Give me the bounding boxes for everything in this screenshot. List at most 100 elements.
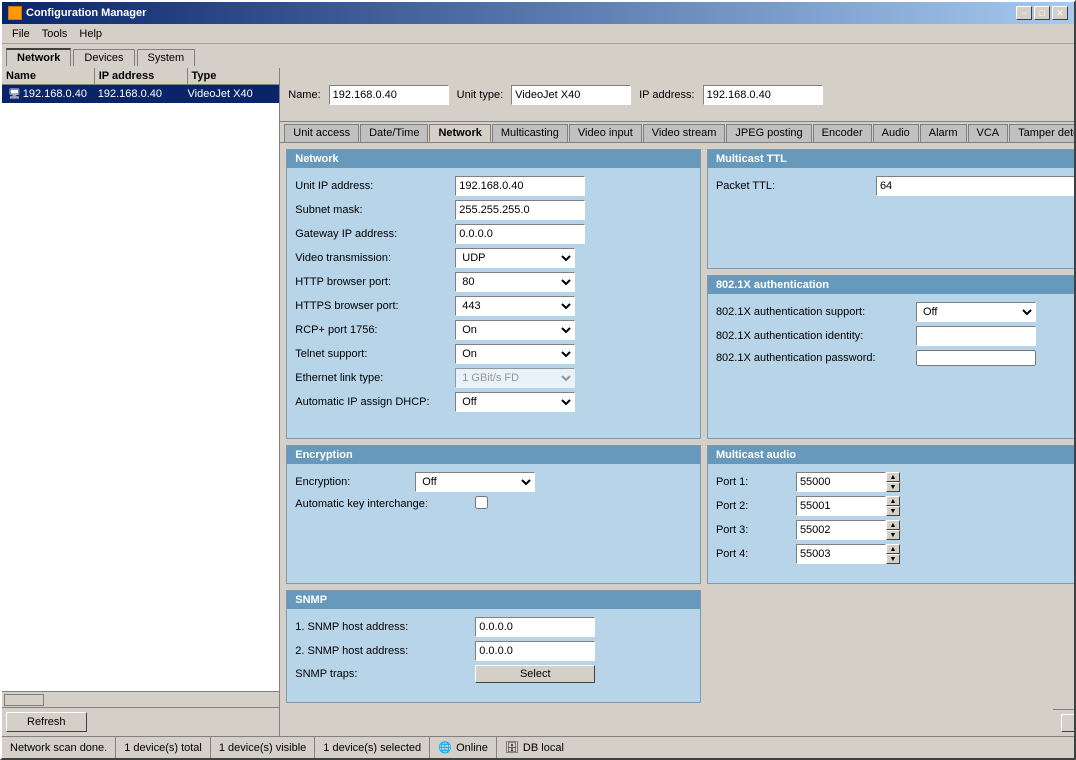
auth-identity-label: 802.1X authentication identity: <box>716 330 916 342</box>
auth-password-input[interactable] <box>916 350 1036 366</box>
visible-section: 1 device(s) visible <box>211 737 315 758</box>
auth-support-dropdown[interactable]: OffOn <box>916 302 1036 322</box>
key-interchange-checkbox[interactable] <box>475 496 488 509</box>
tab-datetime[interactable]: Date/Time <box>360 124 428 142</box>
port3-input[interactable] <box>796 520 886 540</box>
maximize-button[interactable]: □ <box>1034 6 1050 20</box>
port1-input[interactable] <box>796 472 886 492</box>
total-text: 1 device(s) total <box>124 742 202 754</box>
https-port-label: HTTPS browser port: <box>295 300 455 312</box>
ip-address-value[interactable] <box>703 85 823 105</box>
refresh-button[interactable]: Refresh <box>6 712 87 732</box>
http-port-row: HTTP browser port: 808080 <box>295 272 692 292</box>
toolbar-tab-system[interactable]: System <box>137 49 196 66</box>
port1-up[interactable]: ▲ <box>886 472 900 482</box>
port3-up[interactable]: ▲ <box>886 520 900 530</box>
http-port-label: HTTP browser port: <box>295 276 455 288</box>
tab-multicasting[interactable]: Multicasting <box>492 124 568 142</box>
port2-row: Port 2: ▲ ▼ <box>716 496 1074 516</box>
network-section-header: Network <box>287 150 700 168</box>
main-window: Configuration Manager − □ ✕ File Tools H… <box>0 0 1076 760</box>
toolbar-tab-devices[interactable]: Devices <box>73 49 134 66</box>
multicast-ttl-header: Multicast TTL <box>708 150 1074 168</box>
gateway-input[interactable] <box>455 224 585 244</box>
tab-jpeg-posting[interactable]: JPEG posting <box>726 124 811 142</box>
auto-ip-dropdown[interactable]: OffOn <box>455 392 575 412</box>
tab-vca[interactable]: VCA <box>968 124 1009 142</box>
http-port-dropdown[interactable]: 808080 <box>455 272 575 292</box>
minimize-button[interactable]: − <box>1016 6 1032 20</box>
online-icon: 🌐 <box>438 741 452 755</box>
tab-encoder[interactable]: Encoder <box>813 124 872 142</box>
scan-status-section: Network scan done. <box>2 737 116 758</box>
subnet-mask-input[interactable] <box>455 200 585 220</box>
port4-row: Port 4: ▲ ▼ <box>716 544 1074 564</box>
tab-tamper-detector[interactable]: Tamper detector <box>1009 124 1074 142</box>
network-section-body: Unit IP address: Subnet mask: <box>287 168 700 424</box>
table-row[interactable]: 🖥192.168.0.40 192.168.0.40 VideoJet X40 <box>2 85 279 103</box>
encryption-dropdown[interactable]: OffOn <box>415 472 535 492</box>
menu-file[interactable]: File <box>6 27 36 41</box>
menu-help[interactable]: Help <box>73 27 108 41</box>
tab-alarm[interactable]: Alarm <box>920 124 967 142</box>
auth-support-label: 802.1X authentication support: <box>716 306 916 318</box>
telnet-dropdown[interactable]: OnOff <box>455 344 575 364</box>
port4-up[interactable]: ▲ <box>886 544 900 554</box>
https-port-dropdown[interactable]: 4438443 <box>455 296 575 316</box>
key-interchange-row: Automatic key interchange: <box>295 496 692 512</box>
menu-bar: File Tools Help <box>2 24 1074 44</box>
snmp-traps-select-button[interactable]: Select <box>475 665 595 683</box>
packet-ttl-input[interactable] <box>876 176 1074 196</box>
auth-section-header: 802.1X authentication <box>708 276 1074 294</box>
rcp-port-dropdown[interactable]: OnOff <box>455 320 575 340</box>
port2-up[interactable]: ▲ <box>886 496 900 506</box>
video-trans-dropdown[interactable]: UDPTCPMulticast <box>455 248 575 268</box>
packet-ttl-spinbox: ▲ ▼ <box>876 176 1074 196</box>
multicast-audio-header: Multicast audio <box>708 446 1074 464</box>
eth-link-dropdown[interactable]: 1 GBit/s FD100 MBit/s FD <box>455 368 575 388</box>
left-panel: Name IP address Type 🖥192.168.0.40 192.1… <box>2 68 280 736</box>
port3-numbox: ▲ ▼ <box>796 520 900 540</box>
menu-tools[interactable]: Tools <box>36 27 74 41</box>
multicast-ttl-body: Packet TTL: ▲ ▼ <box>708 168 1074 208</box>
port4-numbox: ▲ ▼ <box>796 544 900 564</box>
tab-video-input[interactable]: Video input <box>569 124 642 142</box>
app-icon <box>8 6 22 20</box>
port2-down[interactable]: ▼ <box>886 506 900 516</box>
tab-unit-access[interactable]: Unit access <box>284 124 359 142</box>
port1-row: Port 1: ▲ ▼ <box>716 472 1074 492</box>
online-text: Online <box>456 742 488 754</box>
port1-down[interactable]: ▼ <box>886 482 900 492</box>
name-label: Name: <box>288 89 320 101</box>
col-type-header: Type <box>188 68 280 84</box>
toolbar: Network Devices System <box>2 44 1074 68</box>
scan-status-text: Network scan done. <box>10 742 107 754</box>
auth-identity-input[interactable] <box>916 326 1036 346</box>
selected-section: 1 device(s) selected <box>315 737 430 758</box>
col-ip-header: IP address <box>95 68 188 84</box>
packet-ttl-row: Packet TTL: ▲ ▼ <box>716 176 1074 196</box>
toolbar-tab-network[interactable]: Network <box>6 48 71 66</box>
name-value[interactable] <box>329 85 449 105</box>
port4-input[interactable] <box>796 544 886 564</box>
snmp-host2-input[interactable] <box>475 641 595 661</box>
port3-down[interactable]: ▼ <box>886 530 900 540</box>
unit-ip-input[interactable] <box>455 176 585 196</box>
tab-audio[interactable]: Audio <box>873 124 919 142</box>
port1-numbox: ▲ ▼ <box>796 472 900 492</box>
video-trans-row: Video transmission: UDPTCPMulticast <box>295 248 692 268</box>
set-button[interactable]: Set <box>1061 714 1074 732</box>
tab-video-stream[interactable]: Video stream <box>643 124 726 142</box>
snmp-host1-input[interactable] <box>475 617 595 637</box>
port2-input[interactable] <box>796 496 886 516</box>
close-button[interactable]: ✕ <box>1052 6 1068 20</box>
unit-type-value[interactable] <box>511 85 631 105</box>
telnet-row: Telnet support: OnOff <box>295 344 692 364</box>
tab-network[interactable]: Network <box>429 124 490 142</box>
visible-text: 1 device(s) visible <box>219 742 306 754</box>
port4-down[interactable]: ▼ <box>886 554 900 564</box>
snmp-host2-label: 2. SNMP host address: <box>295 645 475 657</box>
refresh-bar: Refresh <box>2 707 279 736</box>
horizontal-scrollbar[interactable] <box>2 691 279 707</box>
title-bar-buttons: − □ ✕ <box>1016 6 1068 20</box>
